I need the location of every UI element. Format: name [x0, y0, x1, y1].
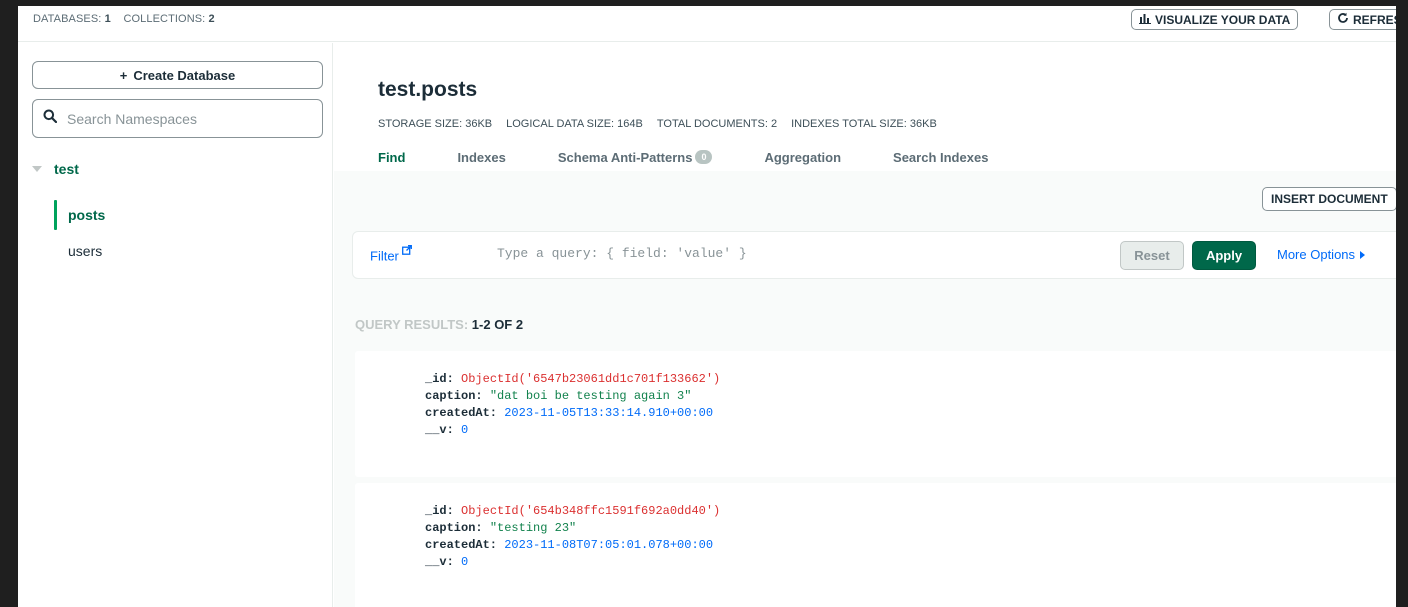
main-panel: test.posts STORAGE SIZE: 36KB LOGICAL DA… — [334, 43, 1396, 607]
reset-button[interactable]: Reset — [1120, 241, 1184, 270]
tab-label: Indexes — [457, 149, 506, 165]
field-v: __v: 0 — [425, 554, 720, 571]
field-value: "testing 23" — [489, 521, 577, 535]
query-input[interactable] — [497, 246, 1097, 261]
document-fields: _id: ObjectId('6547b23061dd1c701f133662'… — [425, 371, 720, 439]
field-key: caption: — [425, 389, 483, 403]
field-caption: caption: "dat boi be testing again 3" — [425, 388, 720, 405]
collection-header: test.posts STORAGE SIZE: 36KB LOGICAL DA… — [334, 43, 1396, 171]
tab-aggregation[interactable]: Aggregation — [764, 146, 841, 168]
filter-link[interactable]: Filter — [370, 245, 412, 263]
field-id: _id: ObjectId('6547b23061dd1c701f133662'… — [425, 371, 720, 388]
field-key: __v: — [425, 555, 454, 569]
collection-name: posts — [68, 207, 106, 223]
tab-schema-anti-patterns[interactable]: Schema Anti-Patterns 0 — [558, 146, 713, 168]
sidebar-item-users[interactable]: users — [54, 236, 102, 266]
db-collection-stats: DATABASES: 1 COLLECTIONS: 2 — [33, 13, 215, 25]
databases-label: DATABASES: — [33, 13, 102, 25]
results-label: QUERY RESULTS: — [355, 317, 469, 332]
collection-tabs: Find Indexes Schema Anti-Patterns 0 Aggr… — [378, 146, 1040, 168]
count-badge: 0 — [695, 150, 713, 164]
sidebar-item-posts[interactable]: posts — [54, 200, 105, 230]
document-fields: _id: ObjectId('654b348ffc1591f692a0dd40'… — [425, 503, 720, 571]
field-value: 2023-11-08T07:05:01.078+00:00 — [504, 538, 714, 552]
chart-icon — [1139, 13, 1151, 27]
field-id: _id: ObjectId('654b348ffc1591f692a0dd40'… — [425, 503, 720, 520]
app-window: DATABASES: 1 COLLECTIONS: 2 VISUALIZE YO… — [18, 6, 1396, 607]
field-value: 0 — [461, 423, 469, 437]
query-results-summary: QUERY RESULTS: 1-2 OF 2 — [355, 317, 523, 332]
results-count: 1-2 OF 2 — [471, 317, 524, 332]
tab-search-indexes[interactable]: Search Indexes — [893, 146, 988, 168]
filter-label: Filter — [370, 248, 399, 264]
tab-label: Aggregation — [764, 149, 842, 165]
tab-label: Find — [378, 149, 406, 165]
active-indicator — [54, 200, 57, 230]
field-value: ObjectId('6547b23061dd1c701f133662') — [461, 372, 721, 386]
plus-icon: + — [119, 67, 128, 83]
query-bar: Filter Reset Apply More Options — [352, 231, 1396, 279]
tab-find[interactable]: Find — [378, 146, 405, 168]
create-database-button[interactable]: + Create Database — [32, 61, 323, 89]
search-namespaces-input[interactable] — [67, 110, 297, 127]
field-value: "dat boi be testing again 3" — [489, 389, 692, 403]
storage-size: STORAGE SIZE: 36KB — [378, 118, 493, 130]
field-key: caption: — [425, 521, 483, 535]
sidebar-item-database-test[interactable]: test — [32, 161, 79, 177]
indexes-total-size: INDEXES TOTAL SIZE: 36KB — [791, 118, 937, 130]
refresh-button[interactable]: REFRESH — [1329, 9, 1396, 30]
find-content: INSERT DOCUMENT Filter Reset Apply More … — [334, 171, 1396, 607]
sidebar: + Create Database test posts users — [18, 43, 333, 607]
more-options-label: More Options — [1277, 247, 1356, 262]
collections-label: COLLECTIONS: — [123, 13, 206, 25]
stats-bar: DATABASES: 1 COLLECTIONS: 2 VISUALIZE YO… — [18, 6, 1396, 42]
databases-count: 1 — [104, 13, 111, 25]
total-documents: TOTAL DOCUMENTS: 2 — [656, 118, 778, 130]
refresh-label: REFRESH — [1353, 12, 1396, 27]
document-card[interactable]: _id: ObjectId('6547b23061dd1c701f133662'… — [355, 351, 1396, 477]
external-link-icon — [399, 245, 412, 258]
search-icon — [43, 109, 58, 128]
field-value: 2023-11-05T13:33:14.910+00:00 — [504, 406, 714, 420]
tab-label: Search Indexes — [893, 149, 989, 165]
collection-stats: STORAGE SIZE: 36KB LOGICAL DATA SIZE: 16… — [378, 118, 937, 130]
field-key: createdAt: — [425, 538, 498, 552]
logical-data-size: LOGICAL DATA SIZE: 164B — [506, 118, 643, 130]
database-name: test — [54, 161, 79, 177]
field-value: 0 — [461, 555, 469, 569]
field-createdat: createdAt: 2023-11-05T13:33:14.910+00:00 — [425, 405, 720, 422]
create-database-label: Create Database — [133, 67, 236, 83]
field-key: __v: — [425, 423, 454, 437]
insert-document-label: INSERT DOCUMENT — [1271, 192, 1388, 206]
field-v: __v: 0 — [425, 422, 720, 439]
field-createdat: createdAt: 2023-11-08T07:05:01.078+00:00 — [425, 537, 720, 554]
document-card[interactable]: _id: ObjectId('654b348ffc1591f692a0dd40'… — [355, 483, 1396, 607]
apply-button[interactable]: Apply — [1192, 241, 1256, 270]
caret-down-icon[interactable] — [32, 166, 42, 172]
refresh-icon — [1337, 12, 1349, 27]
field-key: _id: — [425, 372, 454, 386]
field-value: ObjectId('654b348ffc1591f692a0dd40') — [461, 504, 721, 518]
field-caption: caption: "testing 23" — [425, 520, 720, 537]
field-key: _id: — [425, 504, 454, 518]
page-title: test.posts — [378, 78, 478, 101]
caret-right-icon — [1360, 250, 1366, 259]
field-key: createdAt: — [425, 406, 498, 420]
search-namespaces-box — [32, 99, 323, 138]
tab-label: Schema Anti-Patterns — [557, 149, 693, 165]
tab-indexes[interactable]: Indexes — [457, 146, 505, 168]
visualize-data-label: VISUALIZE YOUR DATA — [1155, 12, 1291, 27]
collections-count: 2 — [208, 13, 215, 25]
more-options-link[interactable]: More Options — [1277, 247, 1366, 262]
insert-document-button[interactable]: INSERT DOCUMENT — [1262, 187, 1396, 211]
collection-name: users — [68, 243, 103, 259]
visualize-data-button[interactable]: VISUALIZE YOUR DATA — [1131, 9, 1299, 30]
